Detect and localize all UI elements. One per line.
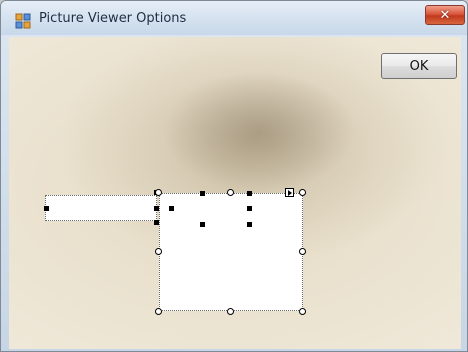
resize-handle[interactable] xyxy=(299,189,306,196)
resize-handle[interactable] xyxy=(247,191,252,196)
resize-handle[interactable] xyxy=(299,308,306,315)
textbox-left[interactable] xyxy=(45,195,157,221)
resize-handle[interactable] xyxy=(299,248,306,255)
resize-handle[interactable] xyxy=(200,191,205,196)
resize-handle[interactable] xyxy=(247,206,252,211)
form-icon xyxy=(15,13,31,29)
smart-tag-arrow-icon[interactable] xyxy=(285,188,294,197)
resize-handle[interactable] xyxy=(227,308,234,315)
picturebox[interactable] xyxy=(159,193,303,311)
resize-handle[interactable] xyxy=(247,222,252,227)
close-button[interactable]: ✕ xyxy=(425,5,465,25)
form-client-area: OK xyxy=(9,37,461,349)
dialog-window: Picture Viewer Options ✕ OK xyxy=(0,0,468,352)
resize-handle[interactable] xyxy=(200,222,205,227)
resize-handle[interactable] xyxy=(169,206,174,211)
resize-handle[interactable] xyxy=(155,308,162,315)
window-title: Picture Viewer Options xyxy=(39,11,187,26)
resize-handle[interactable] xyxy=(154,206,159,211)
resize-handle[interactable] xyxy=(155,189,162,196)
resize-handle[interactable] xyxy=(44,206,49,211)
close-icon: ✕ xyxy=(439,7,451,23)
title-bar[interactable]: Picture Viewer Options ✕ xyxy=(1,1,467,35)
ok-button[interactable]: OK xyxy=(381,53,457,79)
resize-handle[interactable] xyxy=(155,248,162,255)
resize-handle[interactable] xyxy=(154,220,159,225)
resize-handle[interactable] xyxy=(227,189,234,196)
